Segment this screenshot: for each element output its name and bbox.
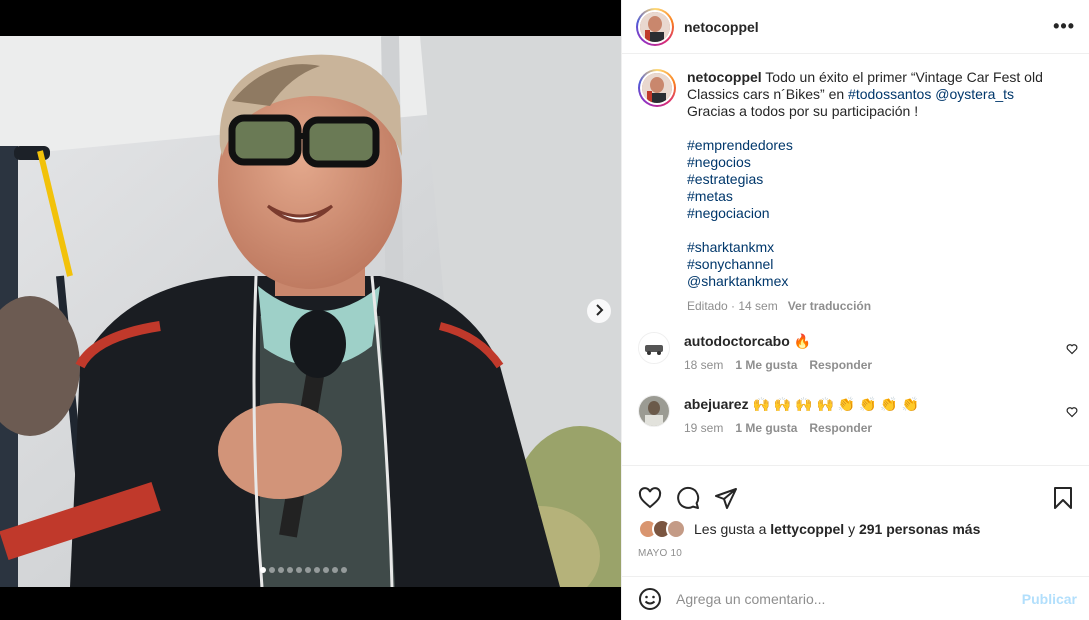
- caption-hashtag[interactable]: #emprendedores: [687, 137, 1047, 154]
- comments-section: netocoppel Todo un éxito el primer “Vint…: [622, 55, 1089, 465]
- caption-username[interactable]: netocoppel: [687, 69, 762, 85]
- likes-summary: Les gusta a lettycoppel y 291 personas m…: [622, 516, 1089, 539]
- post-panel: netocoppel ••• netocoppel Todo un éxito …: [621, 0, 1089, 620]
- bookmark-icon[interactable]: [1053, 486, 1073, 510]
- comment-text: 🙌 🙌 🙌 🙌 👏 👏 👏 👏: [752, 396, 920, 412]
- caption-meta: Editado · 14 sem Ver traducción: [687, 298, 1047, 315]
- emoji-smiley-icon[interactable]: [638, 587, 662, 611]
- carousel-dot: [341, 567, 347, 573]
- chevron-right-icon: [594, 303, 604, 319]
- post-media: [0, 0, 621, 620]
- likes-prefix: Les gusta a: [694, 521, 771, 537]
- comment-bubble-icon[interactable]: [676, 486, 700, 510]
- comment-time: 18 sem: [684, 358, 724, 372]
- comment-item: autodoctorcabo 🔥 18 sem 1 Me gusta Respo…: [638, 332, 1078, 372]
- carousel-dot: [323, 567, 329, 573]
- author-avatar[interactable]: [636, 7, 674, 46]
- edited-time: Editado · 14 sem: [687, 299, 778, 313]
- translate-link[interactable]: Ver traducción: [788, 298, 871, 315]
- reply-button[interactable]: Responder: [809, 358, 872, 372]
- liker-username[interactable]: lettycoppel: [770, 521, 844, 537]
- carousel-dot: [278, 567, 284, 573]
- caption-hashtag[interactable]: @sharktankmex: [687, 273, 1047, 290]
- share-send-icon[interactable]: [714, 486, 738, 510]
- caption-hashtag[interactable]: #metas: [687, 188, 1047, 205]
- caption-avatar[interactable]: [638, 69, 676, 107]
- comment-item: abejuarez 🙌 🙌 🙌 🙌 👏 👏 👏 👏 19 sem 1 Me gu…: [638, 395, 1078, 435]
- comment-time: 19 sem: [684, 421, 724, 435]
- post-actions: Les gusta a lettycoppel y 291 personas m…: [622, 465, 1089, 559]
- commenter-avatar[interactable]: [638, 395, 670, 427]
- comment-likes[interactable]: 1 Me gusta: [735, 421, 797, 435]
- mention-oystera[interactable]: @oystera_ts: [935, 86, 1014, 102]
- caption-hashtag[interactable]: #negocios: [687, 154, 1047, 171]
- comment-username[interactable]: autodoctorcabo: [684, 333, 790, 349]
- carousel-dot: [305, 567, 311, 573]
- caption-hashtag[interactable]: #sonychannel: [687, 256, 1047, 273]
- post-date[interactable]: MAYO 10: [622, 538, 1089, 559]
- author-username[interactable]: netocoppel: [684, 19, 759, 35]
- add-comment-bar: Publicar: [622, 576, 1089, 620]
- likes-middle: y: [844, 521, 859, 537]
- more-options-icon[interactable]: •••: [1053, 16, 1075, 37]
- caption-hashtag[interactable]: #estrategias: [687, 171, 1047, 188]
- commenter-avatar[interactable]: [638, 332, 670, 364]
- caption-text-2: Gracias a todos por su participación !: [687, 103, 919, 119]
- reply-button[interactable]: Responder: [809, 421, 872, 435]
- comment-input[interactable]: [676, 590, 1022, 607]
- caption-hashtag[interactable]: #negociacion: [687, 205, 1047, 222]
- comment-heart-icon[interactable]: [1066, 405, 1078, 421]
- carousel-dot: [269, 567, 275, 573]
- caption-body: netocoppel Todo un éxito el primer “Vint…: [687, 69, 1047, 315]
- caption-hashtag[interactable]: #sharktankmx: [687, 239, 1047, 256]
- hashtag-todossantos[interactable]: #todossantos: [848, 86, 931, 102]
- likers-avatars: [638, 519, 686, 539]
- like-heart-icon[interactable]: [638, 486, 662, 510]
- carousel-indicator: [260, 567, 347, 573]
- likes-count[interactable]: 291 personas más: [859, 521, 980, 537]
- carousel-dot: [314, 567, 320, 573]
- post-header: netocoppel •••: [622, 0, 1089, 54]
- carousel-dot: [332, 567, 338, 573]
- publish-button[interactable]: Publicar: [1022, 591, 1077, 607]
- comment-text: 🔥: [793, 333, 812, 349]
- carousel-dot: [296, 567, 302, 573]
- next-image-button[interactable]: [587, 299, 611, 323]
- carousel-dot: [260, 567, 266, 573]
- instagram-post-modal: netocoppel ••• netocoppel Todo un éxito …: [0, 0, 1089, 620]
- comment-username[interactable]: abejuarez: [684, 396, 749, 412]
- post-caption: netocoppel Todo un éxito el primer “Vint…: [638, 69, 1073, 315]
- post-photo: [0, 36, 621, 587]
- comment-likes[interactable]: 1 Me gusta: [735, 358, 797, 372]
- carousel-dot: [287, 567, 293, 573]
- comment-heart-icon[interactable]: [1066, 342, 1078, 358]
